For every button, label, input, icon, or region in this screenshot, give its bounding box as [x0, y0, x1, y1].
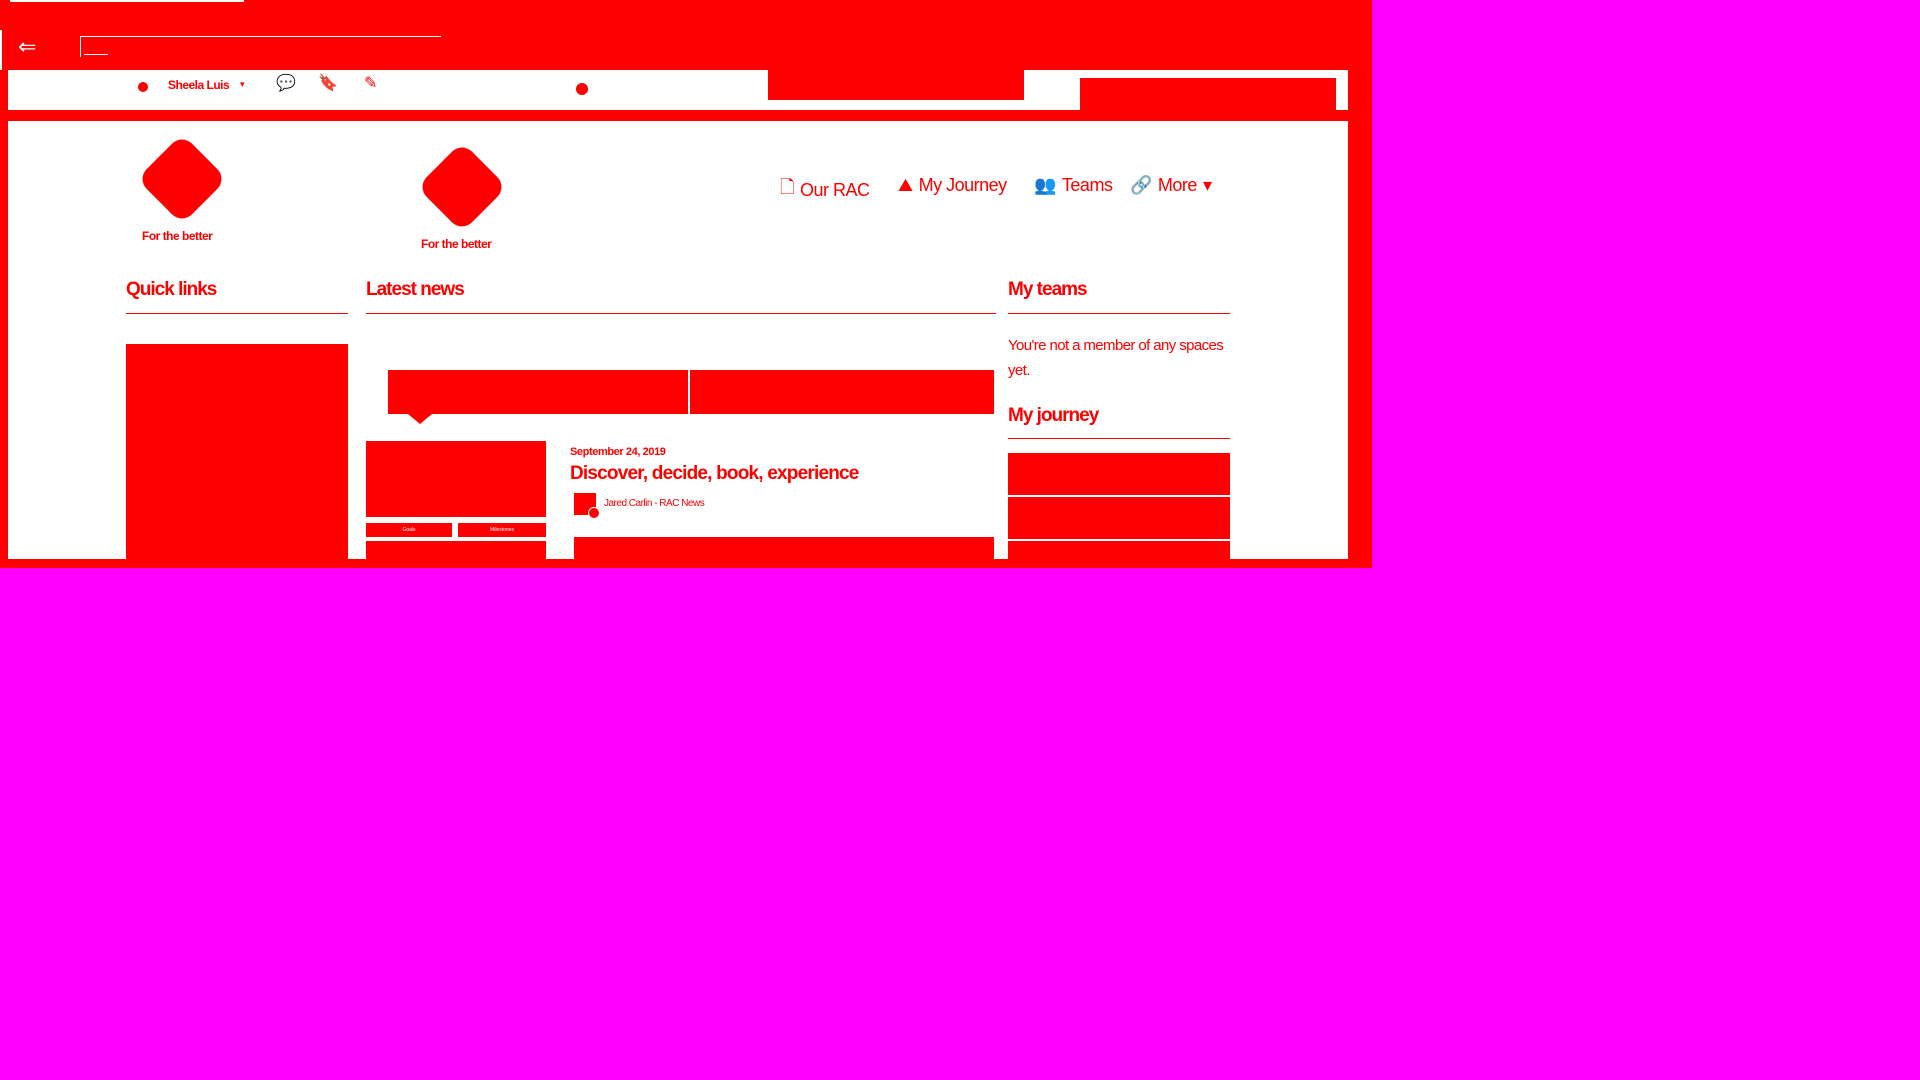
- nav-label: More: [1157, 175, 1198, 195]
- nav-my-journey[interactable]: ⛰ My Journey: [898, 175, 1007, 196]
- chevron-down-icon: ▾: [1202, 175, 1212, 195]
- article-title-link[interactable]: Discover, decide, book, experience: [570, 463, 859, 485]
- nav-more[interactable]: 🔗 More ▾: [1130, 175, 1212, 196]
- intranet-page: For the better For the better 🗋 Our RAC …: [8, 121, 1348, 559]
- user-status-icon: [138, 82, 148, 92]
- chevron-down-icon[interactable]: ▾: [240, 79, 245, 90]
- nav-our-rac[interactable]: 🗋 Our RAC: [780, 175, 870, 205]
- news-tab-2[interactable]: [690, 370, 994, 414]
- nav-label: My Journey: [918, 175, 1008, 195]
- user-menu[interactable]: Sheela Luis: [168, 78, 230, 92]
- news-tab-1[interactable]: [388, 370, 688, 414]
- article-thumbnail-lower: [366, 541, 546, 559]
- edit-icon[interactable]: ✎: [364, 76, 377, 92]
- my-journey-heading: My journey: [1008, 405, 1099, 426]
- active-tab-indicator[interactable]: [10, 0, 244, 2]
- logo-diamond-icon: [416, 141, 508, 233]
- search-field[interactable]: [768, 70, 1024, 100]
- quick-links-panel[interactable]: [126, 344, 348, 559]
- bookmark-icon[interactable]: 🔖: [318, 76, 338, 92]
- journey-item[interactable]: [1008, 497, 1230, 539]
- divider: [366, 313, 996, 314]
- thumbnail-label: Goals: [366, 523, 452, 537]
- tab-pointer-icon: [408, 414, 432, 424]
- logo-tagline: For the better: [142, 229, 213, 243]
- nav-label: Teams: [1061, 175, 1113, 195]
- divider: [1008, 313, 1230, 314]
- logo-tagline: For the better: [421, 237, 492, 251]
- article-date: September 24, 2019: [570, 446, 666, 458]
- thumbnail-label: Milestones: [458, 523, 546, 537]
- road-icon: ⛰: [898, 175, 913, 195]
- toolbar-action-button[interactable]: [1080, 78, 1336, 110]
- my-teams-heading: My teams: [1008, 279, 1088, 300]
- article-excerpt: [574, 537, 994, 559]
- divider: [126, 313, 348, 314]
- back-arrow-icon[interactable]: ⇐: [18, 36, 40, 58]
- article-author[interactable]: Jared Carlin - RAC News: [604, 498, 705, 509]
- notification-dot-icon[interactable]: [576, 83, 588, 95]
- logo-diamond-icon: [136, 133, 228, 225]
- people-icon: 👥: [1034, 175, 1056, 195]
- nav-teams[interactable]: 👥 Teams: [1034, 175, 1113, 196]
- top-toolbar: Sheela Luis ▾ 💬 🔖 ✎: [8, 70, 1348, 110]
- quick-links-heading: Quick links: [126, 279, 217, 300]
- chat-icon[interactable]: 💬: [276, 76, 296, 92]
- journey-item[interactable]: [1008, 453, 1230, 495]
- presence-dot-icon: [588, 507, 600, 519]
- my-teams-empty-message: You're not a member of any spaces yet.: [1008, 337, 1224, 379]
- document-icon: 🗋: [780, 177, 794, 197]
- address-cursor: [84, 54, 108, 55]
- journey-item[interactable]: [1008, 541, 1230, 559]
- window-edge: [0, 30, 2, 70]
- article-thumbnail[interactable]: [366, 441, 546, 517]
- nav-label: Our RAC: [799, 179, 870, 200]
- link-icon: 🔗: [1130, 175, 1152, 195]
- divider: [1008, 438, 1230, 439]
- latest-news-heading: Latest news: [366, 279, 465, 300]
- address-bar[interactable]: [80, 36, 441, 57]
